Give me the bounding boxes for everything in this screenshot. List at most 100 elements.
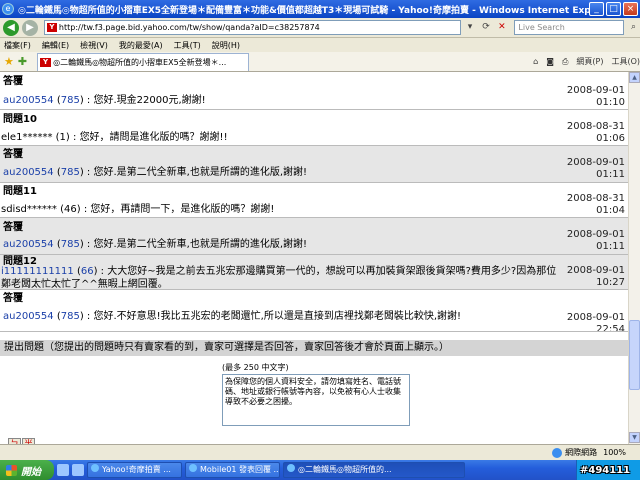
ie-logo-icon: e [2,3,14,15]
user-link[interactable]: au200554 [3,239,54,250]
taskbar-button-yahoo[interactable]: Yahoo!奇摩拍賣 ... [87,462,182,478]
start-label: 開始 [21,466,41,478]
user-link[interactable]: au200554 [3,167,54,178]
qa-datetime: 2008-08-31 01:04 [567,193,625,217]
search-input[interactable]: Live Search [514,20,625,35]
dropdown-arrow-icon[interactable]: ▾ [464,21,477,34]
quicklaunch-ie-icon[interactable] [57,464,69,476]
browser-tab[interactable]: Y ◎二輪鐵馬◎物超所值的小摺車EX5全新登場＊... [37,52,250,71]
menu-favorites[interactable]: 我的最愛(A) [119,40,163,51]
add-favorite-icon[interactable]: ✚ [18,55,27,68]
qa-text: 您好，請問是進化版的嗎？謝謝!! [79,132,228,143]
tools-menu[interactable]: 工具(O) [611,56,640,67]
taskbar-button-current[interactable]: ◎二輪鐵馬◎物超所值的... [283,462,465,478]
menu-bar: 檔案(F) 編輯(E) 檢視(V) 我的最愛(A) 工具(T) 說明(H) [0,38,640,52]
forward-button[interactable]: ▶ [21,19,38,36]
menu-edit[interactable]: 編輯(E) [42,40,69,51]
address-url: http://tw.f3.page.bid.yahoo.com/tw/show/… [58,23,320,32]
user-link[interactable]: au200554 [3,311,54,322]
address-field[interactable]: Y http://tw.f3.page.bid.yahoo.com/tw/sho… [43,20,461,35]
qa-time: 01:04 [596,205,625,216]
zone-label: 網際網路 [565,448,598,457]
qa-datetime: 2008-09-01 01:11 [567,229,625,253]
divider [0,109,628,110]
taskbar-label: Yahoo!奇摩拍賣 ... [102,465,171,474]
menu-file[interactable]: 檔案(F) [4,40,31,51]
question-header: 問題10 [3,114,37,125]
qa-text: 您好.不好意思!我比五兆宏的老闆還忙,所以還是直接到店裡找鄭老闆裝比較快,謝謝! [93,311,462,322]
taskbar-button-mobile01[interactable]: Mobile01 發表回覆 ... [185,462,280,478]
yahoo-favicon-icon: Y [46,23,57,32]
menu-view[interactable]: 檢視(V) [80,40,108,51]
qa-date: 2008-09-01 [566,265,625,276]
qa-line: au200554 (785) : 您好.不好意思!我比五兆宏的老闆還忙,所以還是… [3,311,462,322]
qa-text: 您好.現金22000元,謝謝! [93,95,206,106]
favorites-bar: ★ ✚ Y ◎二輪鐵馬◎物超所值的小摺車EX5全新登場＊... ⌂ ◙ ⎙ 網頁… [0,52,640,72]
qa-line: ele1****** (1) : 您好，請問是進化版的嗎？謝謝!! [1,132,228,143]
qa-line: sdisd****** (46) : 您好，再請問一下，是進化版的嗎？謝謝! [1,204,275,215]
rating-count: 1 [59,132,66,143]
qa-time: 01:11 [596,169,625,180]
menu-help[interactable]: 說明(H) [212,40,240,51]
scroll-down-icon[interactable]: ▼ [629,432,640,443]
command-bar: ⌂ ◙ ⎙ 網頁(P) 工具(O) [525,56,640,67]
back-button[interactable]: ◀ [3,19,19,36]
vertical-scrollbar[interactable]: ▲ ▼ [628,72,640,444]
qa-text: 您好.是第二代全新車,也就是所謂的進化版,謝謝! [93,239,308,250]
qa-datetime: 2008-09-01 01:10 [567,85,625,109]
scroll-up-icon[interactable]: ▲ [629,72,640,83]
rating-link[interactable]: 66 [81,266,94,277]
rating-count: 46 [64,204,77,215]
menu-tools[interactable]: 工具(T) [174,40,201,51]
zoom-level[interactable]: 100% [603,448,626,457]
rating-link[interactable]: 785 [61,311,80,322]
zone-indicator: 網際網路 [552,447,597,458]
answer-header: 答覆 [3,149,23,160]
user-link[interactable]: au200554 [3,95,54,106]
refresh-icon[interactable]: ⟳ [480,21,493,34]
stop-icon[interactable]: ✕ [495,21,508,34]
divider [0,289,628,290]
qa-line: au200554 (785) : 您好.現金22000元,謝謝! [3,95,206,106]
tab-title: ◎二輪鐵馬◎物超所值的小摺車EX5全新登場＊... [53,57,227,67]
maximize-button[interactable]: □ [606,2,621,16]
user-link[interactable]: i11111111111 [1,266,74,277]
print-icon[interactable]: ⎙ [562,57,568,67]
status-bar: 網際網路 100% [0,444,640,460]
qa-line: i11111111111 (66) : 大大您好~我是之前去五兆宏那邊購買第一代… [1,266,557,290]
feeds-icon[interactable]: ◙ [546,57,554,66]
search-icon[interactable]: ⌕ [627,21,640,34]
favorites-star-icon[interactable]: ★ [4,55,14,68]
answer-header: 答覆 [3,222,23,233]
qa-date: 2008-09-01 [566,85,625,96]
divider [0,182,628,183]
qa-line: au200554 (785) : 您好.是第二代全新車,也就是所謂的進化版,謝謝… [3,239,308,250]
page-menu[interactable]: 網頁(P) [576,56,603,67]
quicklaunch-desktop-icon[interactable] [72,464,84,476]
answer-header: 答覆 [3,76,23,87]
watermark-text: #494111 [580,465,631,476]
ie-small-icon [91,464,99,472]
qa-time: 01:06 [596,133,625,144]
user-name: ele1****** [1,132,53,143]
qa-datetime: 2008-09-01 22:54 [567,312,625,336]
start-button[interactable]: 開始 [0,460,54,480]
windows-flag-icon [6,464,17,476]
close-button[interactable]: × [623,2,638,16]
qa-text: 您好，再請問一下，是進化版的嗎？謝謝! [90,204,275,215]
qa-time: 01:11 [596,241,625,252]
scroll-thumb[interactable] [629,320,640,390]
question-textarea[interactable]: 為保障您的個人資料安全，請勿填寫姓名、電話號碼、地址或銀行帳號等內容，以免被有心… [222,374,410,426]
rating-link[interactable]: 785 [61,167,80,178]
qa-datetime: 2008-09-01 10:27 [567,265,625,289]
home-icon[interactable]: ⌂ [533,57,538,66]
rating-link[interactable]: 785 [61,95,80,106]
qa-date: 2008-09-01 [566,229,625,240]
address-toolbar: ◀ ▶ Y http://tw.f3.page.bid.yahoo.com/tw… [0,18,640,38]
window-title: ◎二輪鐵馬◎物超所值的小摺車EX5全新登場＊配備豐富＊功能&價值都超越T3＊現場… [18,5,589,16]
minimize-button[interactable]: _ [589,2,604,16]
ie-small-icon [287,464,295,472]
rating-link[interactable]: 785 [61,239,80,250]
ask-question-bar: 提出問題（您提出的問題時只有賣家看的到，賣家可選擇是否回答，賣家回答後才會於頁面… [0,340,628,356]
page-content: 答覆 au200554 (785) : 您好.現金22000元,謝謝! 2008… [0,72,628,444]
